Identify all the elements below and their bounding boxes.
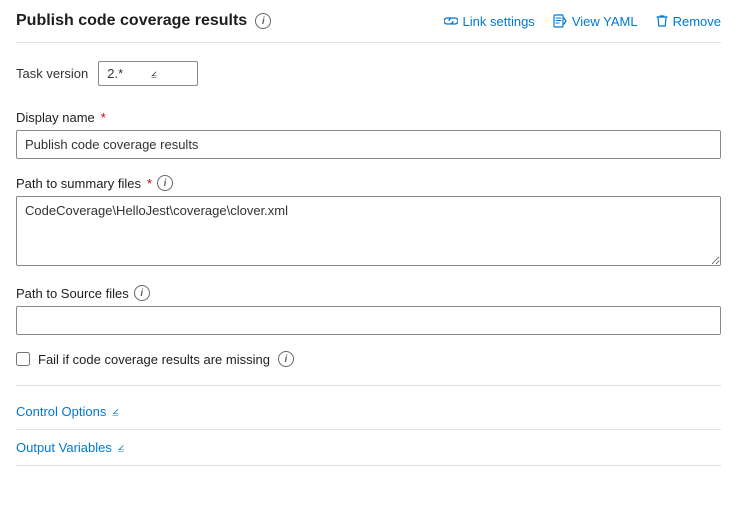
header-left: Publish code coverage results i bbox=[16, 12, 271, 30]
link-icon bbox=[444, 15, 458, 27]
path-summary-label: Path to summary files * i bbox=[16, 175, 721, 191]
path-summary-info-icon[interactable]: i bbox=[157, 175, 173, 191]
control-options-section[interactable]: Control Options ⦤ bbox=[16, 394, 721, 430]
view-yaml-label: View YAML bbox=[572, 14, 638, 29]
link-settings-button[interactable]: Link settings bbox=[444, 14, 535, 29]
display-name-label: Display name * bbox=[16, 110, 721, 125]
link-settings-label: Link settings bbox=[463, 14, 535, 29]
task-version-chevron: ⦤ bbox=[151, 68, 157, 79]
task-version-label: Task version bbox=[16, 66, 88, 81]
remove-icon bbox=[656, 14, 668, 28]
display-name-required: * bbox=[101, 110, 106, 125]
output-variables-label: Output Variables bbox=[16, 440, 112, 455]
remove-button[interactable]: Remove bbox=[656, 14, 721, 29]
fail-checkbox-label: Fail if code coverage results are missin… bbox=[38, 352, 270, 367]
path-source-info-icon[interactable]: i bbox=[134, 285, 150, 301]
yaml-icon bbox=[553, 14, 567, 28]
divider-1 bbox=[16, 385, 721, 386]
panel-header: Publish code coverage results i Link set… bbox=[16, 12, 721, 43]
path-summary-group: Path to summary files * i CodeCoverage\H… bbox=[16, 175, 721, 269]
view-yaml-button[interactable]: View YAML bbox=[553, 14, 638, 29]
fail-info-icon[interactable]: i bbox=[278, 351, 294, 367]
title-info-icon[interactable]: i bbox=[255, 13, 271, 29]
path-source-label: Path to Source files i bbox=[16, 285, 721, 301]
fail-checkbox[interactable] bbox=[16, 352, 30, 366]
output-variables-chevron: ⦤ bbox=[118, 441, 124, 454]
output-variables-section[interactable]: Output Variables ⦤ bbox=[16, 430, 721, 466]
display-name-input[interactable] bbox=[16, 130, 721, 159]
path-source-group: Path to Source files i bbox=[16, 285, 721, 335]
remove-label: Remove bbox=[673, 14, 721, 29]
path-source-input[interactable] bbox=[16, 306, 721, 335]
display-name-group: Display name * bbox=[16, 110, 721, 159]
task-version-row: Task version 2.* ⦤ bbox=[16, 61, 721, 86]
fail-checkbox-row: Fail if code coverage results are missin… bbox=[16, 351, 721, 367]
path-summary-input[interactable]: CodeCoverage\HelloJest\coverage\clover.x… bbox=[16, 196, 721, 266]
path-summary-required: * bbox=[147, 176, 152, 191]
control-options-label: Control Options bbox=[16, 404, 106, 419]
task-version-select[interactable]: 2.* ⦤ bbox=[98, 61, 198, 86]
header-actions: Link settings View YAML Remove bbox=[444, 14, 721, 29]
panel-title: Publish code coverage results bbox=[16, 12, 247, 30]
control-options-chevron: ⦤ bbox=[112, 405, 118, 418]
task-version-value: 2.* bbox=[107, 66, 123, 81]
